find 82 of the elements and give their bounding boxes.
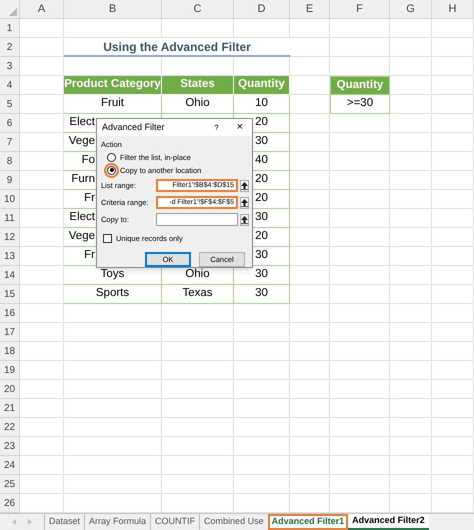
collapse-button[interactable] [240,180,249,192]
table-cell-text: Ohio [185,267,210,282]
table-cell-text: 30 [255,267,268,282]
row-number[interactable]: 2 [0,38,20,57]
table-cell-text: 10 [255,96,268,112]
row-number[interactable]: 6 [0,114,20,133]
table-cell-text: Furn [71,172,95,188]
sheet-tab[interactable]: Advanced Filter1 [268,514,348,530]
column-letter[interactable]: B [64,0,162,18]
range-field[interactable] [156,213,238,226]
table-cell-text: 20 [255,229,268,244]
table-cell-text: Ohio [185,96,210,112]
table-cell-text: 20 [255,115,268,130]
row-number[interactable]: 24 [0,456,20,475]
close-button[interactable]: × [236,119,243,136]
column-letter[interactable]: D [234,0,290,18]
column-header-text: States [180,77,215,92]
criteria-header-text: Quantity [336,78,384,93]
unique-checkbox[interactable] [103,234,112,243]
table-cell-text: Sports [96,286,130,302]
row-number[interactable]: 16 [0,304,20,323]
table-cell-text: 30 [255,248,268,264]
sheet-tab[interactable]: Array Formula [84,514,150,530]
table-cell-text: Elect [69,210,95,226]
table-cell-text: 20 [255,172,268,188]
table-cell-text: Vege [68,134,95,150]
table-cell-text: 30 [255,134,268,150]
collapse-arrow-icon [241,182,248,190]
row-number[interactable]: 3 [0,57,20,76]
row-number[interactable]: 12 [0,228,20,247]
row-number[interactable]: 8 [0,152,20,171]
table-cell-text: Fruit [101,96,124,112]
column-letter[interactable]: E [290,0,330,18]
row-number[interactable]: 26 [0,494,20,513]
collapse-button[interactable] [240,214,249,226]
table-cell-text: Fr [84,248,95,264]
radio-button[interactable] [107,166,116,175]
column-header-text: Product Category [64,77,161,92]
row-number[interactable]: 5 [0,95,20,114]
criteria-value: >=30 [346,96,374,112]
row-number[interactable]: 15 [0,285,20,304]
row-number[interactable]: 13 [0,247,20,266]
row-number[interactable]: 10 [0,190,20,209]
table-cell-text: 30 [255,286,268,302]
table-cell-text: 40 [255,153,268,168]
row-number[interactable]: 4 [0,76,20,95]
row-number[interactable]: 21 [0,399,20,418]
sheet-tab[interactable]: Dataset [44,514,84,530]
sheet-title: Using the Advanced Filter [64,38,290,57]
column-letter[interactable]: C [162,0,234,18]
row-number[interactable]: 14 [0,266,20,285]
column-header-text: Quantity [238,77,285,92]
table-cell-text: Fo [82,153,95,168]
row-number[interactable]: 9 [0,171,20,190]
collapse-button[interactable] [240,196,249,209]
row-number[interactable]: 17 [0,323,20,342]
row-number[interactable]: 20 [0,380,20,399]
table-cell-text: Toys [100,267,124,282]
column-letter[interactable]: F [330,0,390,18]
table-cell-text: Vege [68,229,95,244]
radio-button[interactable] [107,152,116,162]
table-cell-text: 20 [255,191,268,206]
table-cell-text: Elect [69,115,95,130]
collapse-arrow-icon [241,216,248,224]
sheet-tab[interactable]: COUNTIF [150,514,200,530]
table-cell-text: Fr [84,191,95,206]
column-letter[interactable]: H [432,0,474,18]
row-number[interactable]: 19 [0,361,20,380]
column-letter[interactable]: A [20,0,64,18]
column-letter[interactable]: G [390,0,432,18]
row-number[interactable]: 1 [0,19,20,38]
sheet-tab[interactable]: Advanced Filter2 [348,514,429,530]
table-cell-text: Texas [182,286,213,302]
collapse-arrow-icon [241,198,248,207]
row-number[interactable]: 11 [0,209,20,228]
dialog-title: Advanced Filter [102,120,165,134]
table-cell-text: 30 [255,210,268,226]
row-number[interactable]: 25 [0,475,20,494]
row-number[interactable]: 7 [0,133,20,152]
row-number[interactable]: 18 [0,342,20,361]
row-number[interactable]: 23 [0,437,20,456]
row-number[interactable]: 22 [0,418,20,437]
